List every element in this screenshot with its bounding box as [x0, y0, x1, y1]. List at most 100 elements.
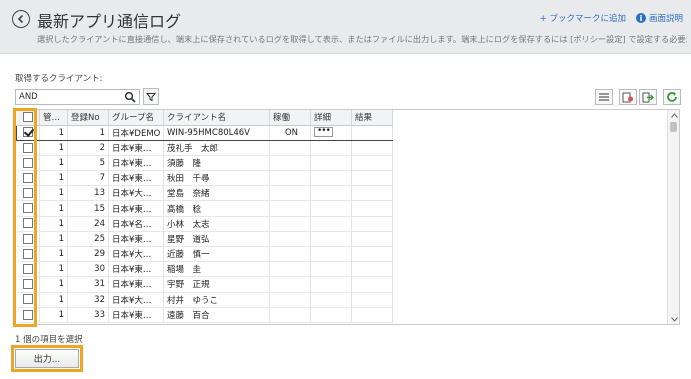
row-checkbox[interactable]: [22, 218, 33, 229]
cell-client: 須藤 隆: [163, 155, 270, 172]
search-icon[interactable]: [124, 91, 136, 103]
cell-detail[interactable]: [310, 216, 352, 232]
row-checkbox[interactable]: [22, 157, 33, 168]
scroll-down-arrow-icon[interactable]: [668, 314, 679, 324]
cell-detail[interactable]: [310, 276, 352, 293]
cell-result: [351, 155, 393, 172]
row-checkbox[interactable]: [22, 233, 33, 244]
select-all-cell[interactable]: [16, 110, 40, 126]
column-header[interactable]: 管…: [39, 110, 68, 126]
log-settings-button[interactable]: [619, 89, 637, 105]
row-checkbox[interactable]: [22, 248, 33, 259]
row-checkbox-cell[interactable]: [16, 292, 40, 308]
cell-no: 24: [67, 216, 109, 232]
table-row[interactable]: 1 31 日本¥東… 宇野 正規: [16, 276, 393, 293]
table-row[interactable]: 1 13 日本¥大… 堂島 奈緒: [16, 185, 393, 202]
column-settings-button[interactable]: [595, 89, 613, 105]
row-checkbox-cell[interactable]: [16, 124, 40, 141]
cell-detail[interactable]: [310, 307, 352, 323]
filter-button[interactable]: [143, 88, 159, 105]
cell-detail[interactable]: [310, 292, 352, 308]
cell-client: WIN-95HMC80L46V: [163, 124, 270, 141]
table-row[interactable]: 1 2 日本¥東… 茂礼手 太郎: [16, 140, 393, 156]
vertical-scrollbar[interactable]: [667, 110, 679, 324]
cell-detail[interactable]: [310, 185, 352, 202]
cell-group: 日本¥東…: [108, 170, 164, 187]
cell-mgmt: 1: [39, 292, 68, 308]
row-checkbox[interactable]: [22, 188, 33, 199]
row-checkbox-cell[interactable]: [16, 307, 40, 323]
cell-mgmt: 1: [39, 231, 68, 248]
table-row[interactable]: 1 5 日本¥東… 須藤 隆: [16, 155, 393, 172]
table-row[interactable]: 1 24 日本¥名… 小林 太志: [16, 216, 393, 232]
cell-detail[interactable]: [310, 155, 352, 172]
row-checkbox-cell[interactable]: [16, 276, 40, 293]
row-checkbox-cell[interactable]: [16, 261, 40, 278]
cell-status: [269, 140, 311, 156]
output-button[interactable]: 出力...: [15, 349, 79, 368]
cell-mgmt: 1: [39, 307, 68, 323]
cell-group: 日本¥東…: [108, 140, 164, 156]
cell-status: [269, 200, 311, 217]
row-checkbox[interactable]: [22, 279, 33, 290]
select-all-checkbox[interactable]: [22, 112, 33, 122]
column-header[interactable]: 稼働: [269, 110, 311, 126]
cell-status: [269, 276, 311, 293]
cell-detail[interactable]: [310, 231, 352, 248]
column-header[interactable]: グループ名: [108, 110, 164, 126]
table-row[interactable]: 1 33 日本¥東… 遠藤 百合: [16, 307, 393, 323]
row-checkbox[interactable]: [22, 264, 33, 275]
client-search-input[interactable]: [15, 89, 140, 105]
cell-mgmt: 1: [39, 140, 68, 156]
back-button[interactable]: [12, 10, 30, 28]
row-checkbox[interactable]: [23, 127, 33, 138]
row-checkbox-cell[interactable]: [16, 216, 40, 232]
row-checkbox[interactable]: [22, 309, 33, 320]
cell-group: 日本¥東…: [108, 261, 164, 278]
export-icon: [642, 92, 654, 102]
cell-client: 小林 太志: [163, 216, 270, 232]
table-row[interactable]: 1 15 日本¥東… 髙橋 稔: [16, 200, 393, 217]
row-checkbox-cell[interactable]: [16, 246, 40, 263]
table-row[interactable]: 1 1 日本¥DEMO WIN-95HMC80L46V ON •••: [16, 124, 393, 141]
table-row[interactable]: 1 29 日本¥大… 近藤 慎一: [16, 246, 393, 263]
row-checkbox-cell[interactable]: [16, 140, 40, 156]
cell-detail[interactable]: [310, 140, 352, 156]
column-header[interactable]: クライアント名: [163, 110, 270, 126]
row-checkbox-cell[interactable]: [16, 185, 40, 202]
refresh-button[interactable]: [663, 89, 681, 105]
row-checkbox-cell[interactable]: [16, 155, 40, 172]
table-row[interactable]: 1 32 日本¥大… 村井 ゆうこ: [16, 292, 393, 308]
row-checkbox[interactable]: [22, 294, 33, 305]
cell-detail[interactable]: [310, 261, 352, 278]
row-checkbox[interactable]: [22, 172, 33, 183]
export-button[interactable]: [639, 89, 657, 105]
cell-no: 30: [67, 261, 109, 278]
row-checkbox-cell[interactable]: [16, 170, 40, 187]
cell-detail[interactable]: [310, 200, 352, 217]
table-row[interactable]: 1 30 日本¥東… 稲場 圭: [16, 261, 393, 278]
cell-detail[interactable]: [310, 246, 352, 263]
bookmark-link[interactable]: + ブックマークに追加: [540, 12, 626, 24]
column-header[interactable]: 詳細: [310, 110, 352, 126]
cell-result: [351, 200, 393, 217]
row-checkbox[interactable]: [22, 203, 33, 214]
cell-no: 33: [67, 307, 109, 323]
refresh-icon: [667, 92, 677, 102]
row-checkbox-cell[interactable]: [16, 231, 40, 248]
row-checkbox[interactable]: [22, 142, 33, 153]
help-link[interactable]: i 画面説明: [635, 12, 683, 24]
scroll-thumb[interactable]: [670, 122, 677, 132]
table-row[interactable]: 1 7 日本¥東… 秋田 千尋: [16, 170, 393, 187]
client-label: 取得するクライアント:: [15, 74, 103, 84]
column-header[interactable]: 登録No: [67, 110, 109, 126]
table-row[interactable]: 1 25 日本¥東… 星野 道弘: [16, 231, 393, 248]
column-header[interactable]: 結果: [351, 110, 393, 126]
detail-button[interactable]: •••: [314, 127, 333, 138]
cell-client: 近藤 慎一: [163, 246, 270, 263]
cell-no: 31: [67, 276, 109, 293]
scroll-up-arrow-icon[interactable]: [668, 110, 679, 120]
row-checkbox-cell[interactable]: [16, 200, 40, 217]
cell-detail[interactable]: •••: [310, 124, 352, 141]
cell-detail[interactable]: [310, 170, 352, 187]
